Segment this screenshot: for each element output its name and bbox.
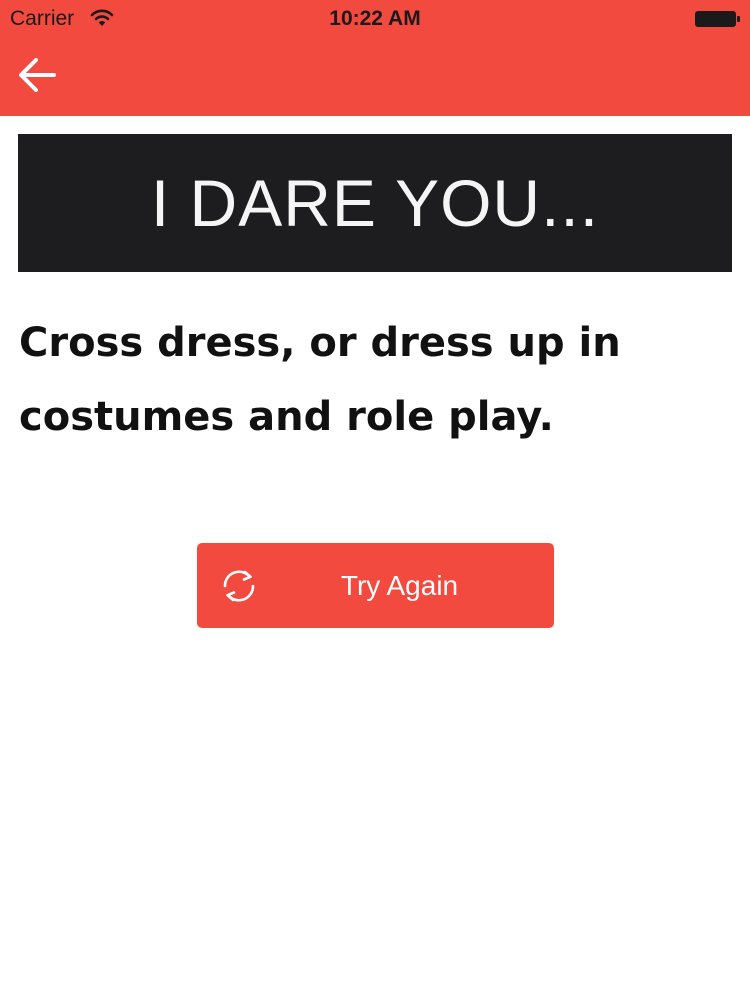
try-again-label: Try Again [340, 570, 459, 601]
status-time: 10:22 AM [329, 7, 421, 30]
status-bar: Carrier 10:22 AM [0, 0, 750, 40]
try-again-button[interactable]: Try Again [197, 543, 554, 628]
banner-title: I DARE YOU... [150, 166, 600, 240]
battery-icon [694, 10, 742, 28]
dare-banner: I DARE YOU... [18, 134, 732, 272]
refresh-icon [219, 566, 259, 606]
app-header: Carrier 10:22 AM [0, 0, 750, 116]
arrow-left-icon [16, 56, 58, 99]
dare-screen: Carrier 10:22 AM I DARE YOU... Cross dre… [0, 0, 750, 1000]
dare-text: Cross dress, or dress up in costumes and… [19, 320, 621, 440]
back-button[interactable] [14, 56, 60, 98]
